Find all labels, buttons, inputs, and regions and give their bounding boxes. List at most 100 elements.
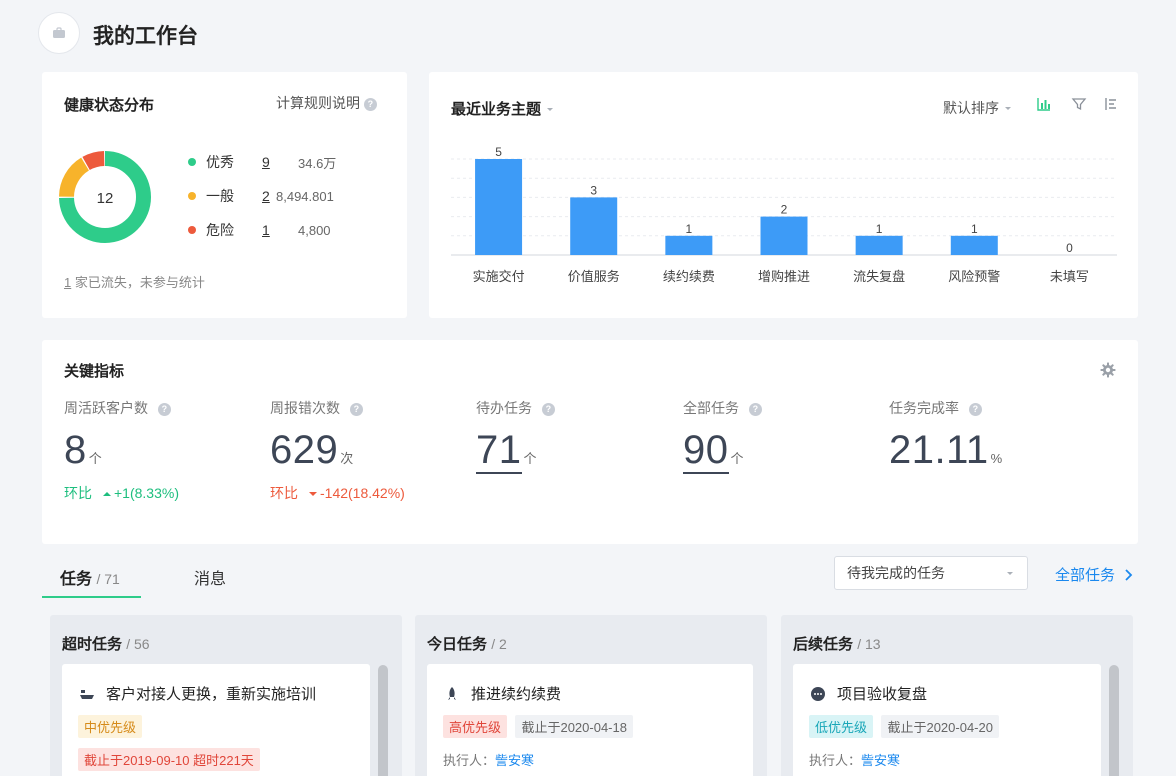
metric-change: 环比 +1(8.33%) — [64, 485, 179, 501]
task-filter-select[interactable]: 待我完成的任务 — [834, 556, 1028, 590]
due-date-tag: 截止于2020-04-18 — [515, 715, 633, 738]
health-donut-chart: 12 — [59, 151, 151, 243]
triangle-down-icon — [309, 492, 317, 497]
chevron-right-icon — [1125, 568, 1133, 581]
bar-value-label: 1 — [686, 222, 693, 236]
legend-count-link[interactable]: 9 — [262, 154, 270, 170]
legend-dot — [188, 192, 196, 200]
ship-icon — [78, 687, 96, 701]
caret-down-icon — [1007, 572, 1013, 575]
bar-value-label: 3 — [590, 183, 597, 197]
legend-dot — [188, 226, 196, 234]
task-title: 项目验收复盘 — [837, 686, 928, 703]
metric-weekly-active: 周活跃客户数 ? 8 个环比 +1(8.33%) — [64, 398, 179, 503]
bar-chart-icon[interactable] — [1036, 96, 1052, 112]
metric-completion-rate: 任务完成率 ? 21.11% — [889, 398, 1003, 473]
category-label: 增购推进 — [758, 269, 810, 285]
legend-label: 优秀 — [206, 154, 234, 170]
task-card[interactable]: 推进续约续费 高优先级 截止于2020-04-18 执行人：訾安寒 — [427, 664, 753, 776]
triangle-up-icon — [103, 492, 111, 497]
bar[interactable] — [950, 235, 998, 255]
rocket-icon — [443, 686, 461, 702]
column-scrollbar[interactable] — [378, 665, 388, 776]
gear-icon[interactable] — [1100, 362, 1116, 378]
chat-icon — [809, 686, 827, 702]
column-today: 今日任务 / 2 推进续约续费 高优先级 截止于2020-04-18 执行人：訾… — [415, 615, 767, 776]
bar-value-label: 1 — [876, 222, 883, 236]
metrics-title: 关键指标 — [64, 363, 125, 380]
category-label: 续约续费 — [663, 270, 715, 285]
column-scrollbar[interactable] — [1109, 665, 1119, 776]
column-upcoming: 后续任务 / 13 项目验收复盘 低优先级 截止于2020-04-20 执行人：… — [781, 615, 1133, 776]
priority-tag: 低优先级 — [809, 715, 874, 738]
caret-down-icon — [1005, 107, 1011, 110]
metric-unit: % — [990, 451, 1003, 466]
all-tasks-link[interactable]: 全部任务 — [1055, 564, 1135, 585]
metric-todo-tasks[interactable]: 待办任务 ? 71 个 — [476, 398, 555, 474]
legend-amount: 34.6万 — [298, 155, 337, 171]
metric-value: 21.11% — [889, 428, 1003, 472]
category-label: 未填写 — [1050, 270, 1089, 285]
metric-label: 全部任务 ? — [683, 398, 762, 418]
category-label: 风险预警 — [948, 269, 1000, 285]
bar-value-label: 5 — [495, 145, 502, 159]
legend-dot — [188, 158, 196, 166]
health-distribution-card: 健康状态分布 计算规则说明 ? 12 1 家已流失，未参与统计 优秀 9 34.6万… — [42, 72, 407, 318]
legend-amount: 8,494.801 — [276, 188, 334, 204]
bar[interactable] — [855, 235, 903, 255]
metric-all-tasks[interactable]: 全部任务 ? 90 个 — [683, 398, 762, 474]
bar[interactable] — [665, 235, 713, 255]
help-icon: ? — [748, 402, 762, 416]
bar[interactable] — [570, 197, 618, 255]
metric-value: 629 次 — [270, 428, 354, 472]
metric-weekly-errors: 周报错次数 ? 629 次环比 -142(18.42%) — [270, 398, 405, 503]
briefcase-icon — [53, 27, 65, 38]
legend-count-link[interactable]: 1 — [262, 222, 270, 238]
tab-tasks[interactable]: 任务 / 71 — [60, 565, 120, 589]
bar[interactable] — [475, 159, 523, 255]
task-title: 推进续约续费 — [471, 686, 562, 703]
column-overdue: 超时任务 / 56 客户对接人更换，重新实施培训 中优先级 截止于2019-09… — [50, 615, 402, 776]
assignee-name[interactable]: 訾安寒 — [495, 753, 534, 768]
help-icon: ? — [968, 402, 982, 416]
recent-topics-card: 最近业务主题 默认排序 5 实施交付 3 价值服务 1 续约续费 2 增购推进 1 流失复盘 1 风险… — [429, 72, 1138, 318]
task-title: 客户对接人更换，重新实施培训 — [106, 686, 317, 703]
overdue-tag: 截止于2019-09-10 超时221天 — [78, 748, 260, 771]
tab-active-indicator — [42, 596, 141, 598]
help-icon: ? — [157, 402, 171, 416]
health-total: 12 — [97, 190, 114, 207]
caret-down-icon — [547, 107, 554, 111]
health-legend-item: 一般 2 8,494.801 — [188, 186, 334, 206]
churn-count-link[interactable]: 1 — [64, 275, 71, 290]
filter-icon[interactable] — [1071, 96, 1087, 112]
tab-messages[interactable]: 消息 — [194, 565, 226, 589]
category-label: 实施交付 — [473, 269, 525, 285]
sort-dropdown[interactable]: 默认排序 — [943, 98, 1013, 118]
topics-bar-chart: 5 实施交付 3 价值服务 1 续约续费 2 增购推进 1 流失复盘 1 风险预警 0 未填写 — [451, 145, 1117, 285]
task-card[interactable]: 客户对接人更换，重新实施培训 中优先级 截止于2019-09-10 超时221天 — [62, 664, 370, 776]
metric-label: 周活跃客户数 ? — [64, 398, 179, 418]
bar-value-label: 0 — [1066, 241, 1073, 255]
category-label: 价值服务 — [568, 269, 620, 285]
metric-label: 任务完成率 ? — [889, 398, 1003, 418]
health-legend-item: 优秀 9 34.6万 — [188, 152, 336, 172]
bar[interactable] — [760, 216, 808, 255]
align-left-icon[interactable] — [1103, 96, 1119, 112]
metric-label: 周报错次数 ? — [270, 398, 405, 418]
metric-change: 环比 -142(18.42%) — [270, 485, 405, 501]
priority-tag: 中优先级 — [78, 715, 143, 738]
calc-rule-link[interactable]: 计算规则说明 ? — [276, 93, 377, 113]
legend-count-link[interactable]: 2 — [262, 188, 270, 204]
topics-title-dropdown[interactable]: 最近业务主题 — [451, 98, 555, 119]
help-icon: ? — [541, 402, 555, 416]
health-legend-item: 危险 1 4,800 — [188, 220, 331, 240]
legend-amount: 4,800 — [298, 222, 331, 238]
task-card[interactable]: 项目验收复盘 低优先级 截止于2020-04-20 执行人：訾安寒 — [793, 664, 1101, 776]
due-date-tag: 截止于2020-04-20 — [881, 715, 999, 738]
bar-value-label: 1 — [971, 222, 978, 236]
metric-value: 71 个 — [476, 428, 538, 474]
legend-label: 一般 — [206, 188, 234, 204]
assignee-name[interactable]: 訾安寒 — [861, 753, 900, 768]
metric-unit: 个 — [88, 451, 103, 466]
help-icon: ? — [363, 97, 377, 111]
